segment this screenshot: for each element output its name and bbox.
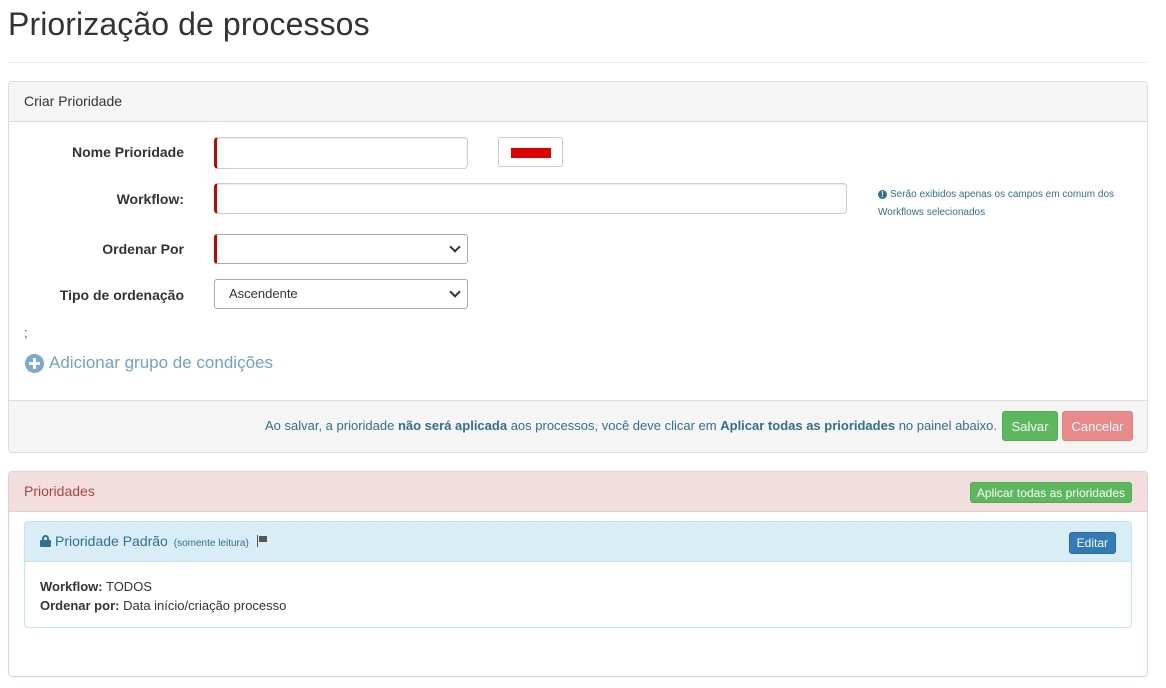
cancel-button[interactable]: Cancelar <box>1062 411 1133 441</box>
save-button[interactable]: Salvar <box>1002 411 1058 441</box>
order-by-label: Ordenar Por <box>102 241 184 257</box>
add-condition-group-label: Adicionar grupo de condições <box>49 353 273 372</box>
help-text: Serão exibidos apenas os campos em comum… <box>878 189 1115 218</box>
priorities-heading: Prioridades Aplicar todas as prioridades <box>9 472 1147 512</box>
flag-icon <box>256 535 268 547</box>
priority-order-label: Ordenar por: <box>40 598 120 613</box>
notice-text-3: no painel abaixo. <box>895 418 997 433</box>
workflow-label: Workflow: <box>116 191 184 207</box>
priority-item-body: Workflow: TODOS Ordenar por: Data início… <box>25 562 1131 630</box>
add-condition-group-link[interactable]: Adicionar grupo de condições <box>25 353 273 373</box>
chevron-down-icon <box>449 241 461 253</box>
priority-workflow-value: TODOS <box>105 579 152 594</box>
stray-semicolon: ; <box>24 325 28 340</box>
notice-bold-2: Aplicar todas as prioridades <box>720 418 896 433</box>
page-header: Priorização de processos <box>8 0 1148 63</box>
priorities-panel: Prioridades Aplicar todas as prioridades… <box>8 471 1148 677</box>
priority-order-value: Data início/criação processo <box>123 598 287 613</box>
create-panel-footer: Ao salvar, a prioridade não será aplicad… <box>9 400 1147 452</box>
priority-workflow-line: Workflow: TODOS <box>40 577 1116 596</box>
workflow-input[interactable] <box>214 183 847 214</box>
create-priority-panel: Criar Prioridade Nome Prioridade Workflo… <box>8 81 1148 453</box>
info-icon: ! <box>878 190 887 199</box>
priorities-heading-label: Prioridades <box>24 483 95 499</box>
notice-text-2: aos processos, você deve clicar em <box>507 418 721 433</box>
edit-priority-button[interactable]: Editar <box>1068 532 1116 554</box>
notice-bold-1: não será aplicada <box>397 418 508 433</box>
create-priority-heading: Criar Prioridade <box>9 82 1147 122</box>
plus-circle-icon <box>25 353 44 373</box>
priority-workflow-label: Workflow: <box>40 579 103 594</box>
save-notice: Ao salvar, a prioridade não será aplicad… <box>265 418 997 433</box>
sort-type-value: Ascendente <box>229 286 298 301</box>
color-picker-button[interactable] <box>498 137 563 167</box>
lock-icon <box>40 535 51 547</box>
sort-type-label: Tipo de ordenação <box>59 287 184 303</box>
priority-item: Prioridade Padrão (somente leitura) Edit… <box>24 521 1132 628</box>
priority-name-input[interactable] <box>214 137 468 169</box>
priority-item-title: Prioridade Padrão <box>55 533 168 549</box>
sort-type-select[interactable]: Ascendente <box>214 279 468 309</box>
color-swatch <box>511 148 551 158</box>
page-title: Priorização de processos <box>8 6 370 42</box>
chevron-down-icon <box>449 286 461 298</box>
priority-order-line: Ordenar por: Data início/criação process… <box>40 596 1116 615</box>
workflow-help-text: ! Serão exibidos apenas os campos em comu… <box>878 186 1138 222</box>
priority-item-heading: Prioridade Padrão (somente leitura) Edit… <box>25 522 1131 562</box>
name-label: Nome Prioridade <box>71 144 184 160</box>
order-by-select[interactable] <box>214 234 468 264</box>
readonly-note: (somente leitura) <box>173 538 249 549</box>
notice-text-1: Ao salvar, a prioridade <box>264 418 398 433</box>
apply-all-priorities-button[interactable]: Aplicar todas as prioridades <box>969 482 1132 503</box>
